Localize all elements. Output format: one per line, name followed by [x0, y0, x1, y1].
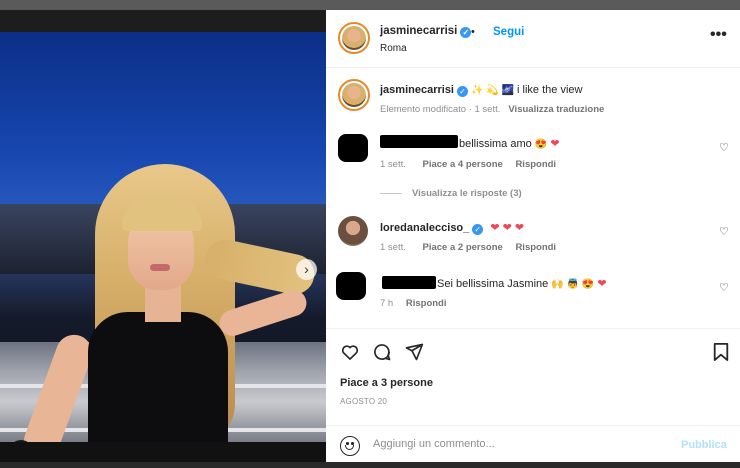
post-photo[interactable]: ›: [0, 32, 326, 442]
caption-text: i like the view: [517, 84, 583, 96]
photo-bottom-strip: [0, 442, 326, 462]
comment-emoji: 🙌 👼 😍: [551, 279, 595, 290]
follow-button[interactable]: Segui: [493, 26, 524, 38]
photo-lips: [150, 264, 170, 271]
comment-hearts-emoji: ❤ ❤ ❤: [490, 222, 525, 234]
verified-badge-icon: ✓: [457, 86, 468, 97]
reply-button[interactable]: Rispondi: [406, 298, 447, 309]
verified-badge-icon: ✓: [472, 224, 484, 235]
caption-username[interactable]: jasminecarrisi: [380, 84, 454, 96]
heart-outline-icon[interactable]: [340, 342, 360, 367]
redacted-username: [380, 135, 458, 148]
comment-body: bellissima amo: [459, 138, 532, 150]
comment-time: 1 sett.: [380, 159, 406, 170]
comment-avatar[interactable]: [338, 216, 368, 246]
post-header: jasminecarrisi ✓ • Segui Roma •••: [326, 10, 740, 68]
comment-icon[interactable]: [372, 342, 392, 367]
reply-button[interactable]: Rispondi: [515, 242, 556, 253]
background-page-bottom: [0, 462, 740, 468]
publish-button[interactable]: Pubblica: [681, 439, 727, 451]
post-author[interactable]: jasminecarrisi ✓: [380, 25, 472, 38]
comment-like-heart-icon[interactable]: ♡: [719, 141, 729, 154]
verified-badge-icon: ✓: [460, 27, 472, 38]
comment-heart-emoji: ❤: [597, 278, 607, 290]
post-date: AGOSTO 20: [340, 397, 388, 406]
comment-username[interactable]: loredanalecciso_: [380, 222, 469, 234]
comment-like-heart-icon[interactable]: ♡: [719, 281, 729, 294]
bookmark-icon[interactable]: [712, 342, 730, 367]
caption: jasminecarrisi ✓ ✨ 💫 🌌 i like the view: [380, 84, 582, 97]
emoji-smile-icon[interactable]: [340, 436, 360, 456]
comment-body: Sei bellissima Jasmine: [437, 278, 549, 290]
comment-text: Sei bellissima Jasmine 🙌 👼 😍 ❤: [437, 277, 607, 290]
comment-time: 1 sett.: [380, 242, 406, 253]
post-location[interactable]: Roma: [380, 43, 407, 54]
caption-avatar[interactable]: [338, 79, 370, 111]
redacted-username: [382, 276, 436, 289]
caption-meta: Elemento modificato · 1 sett. Visualizza …: [380, 104, 604, 115]
comment-likes[interactable]: Piace a 4 persone: [423, 159, 503, 170]
comment-avatar[interactable]: [338, 134, 368, 162]
comment-like-heart-icon[interactable]: ♡: [719, 225, 729, 238]
paper-plane-icon[interactable]: [404, 342, 424, 367]
comment-meta: 1 sett. Piace a 2 persone Rispondi: [380, 242, 556, 253]
caption-time: Elemento modificato · 1 sett.: [380, 104, 501, 115]
comment-time: 7 h: [380, 298, 394, 309]
separator-dot: •: [471, 26, 475, 38]
comment-heart-emoji: ❤: [550, 138, 560, 150]
divider: [326, 328, 740, 329]
likes-count[interactable]: Piace a 3 persone: [340, 377, 433, 389]
comment-emoji: 😍: [534, 139, 548, 150]
post-actions: [340, 342, 424, 367]
photo-bangs: [122, 197, 202, 231]
view-replies-label[interactable]: Visualizza le risposte (3): [412, 188, 522, 199]
comment-meta: 1 sett. Piace a 4 persone Rispondi: [380, 159, 556, 170]
comment-avatar[interactable]: [336, 272, 366, 300]
post-detail-panel: jasminecarrisi ✓ • Segui Roma ••• jasmine…: [326, 10, 740, 468]
more-options-icon[interactable]: •••: [710, 26, 727, 44]
translate-link[interactable]: Visualizza traduzione: [508, 104, 604, 115]
view-replies-button[interactable]: Visualizza le risposte (3): [380, 188, 522, 199]
post-author-username[interactable]: jasminecarrisi: [380, 25, 457, 37]
avatar[interactable]: [338, 22, 370, 54]
comment-text: loredanalecciso_ ✓ ❤ ❤ ❤: [380, 221, 524, 235]
background-page-topbar: [0, 0, 740, 10]
comment-text: bellissima amo 😍 ❤: [459, 137, 560, 150]
reply-button[interactable]: Rispondi: [515, 159, 556, 170]
photo-dress: [88, 312, 228, 442]
caption-emojis: ✨ 💫 🌌: [471, 85, 514, 96]
comment-likes[interactable]: Piace a 2 persone: [423, 242, 503, 253]
comment-input[interactable]: [373, 438, 663, 450]
chevron-right-icon[interactable]: ›: [296, 259, 317, 280]
background-page-left: [0, 10, 326, 32]
comment-meta: 7 h Rispondi: [380, 298, 447, 309]
